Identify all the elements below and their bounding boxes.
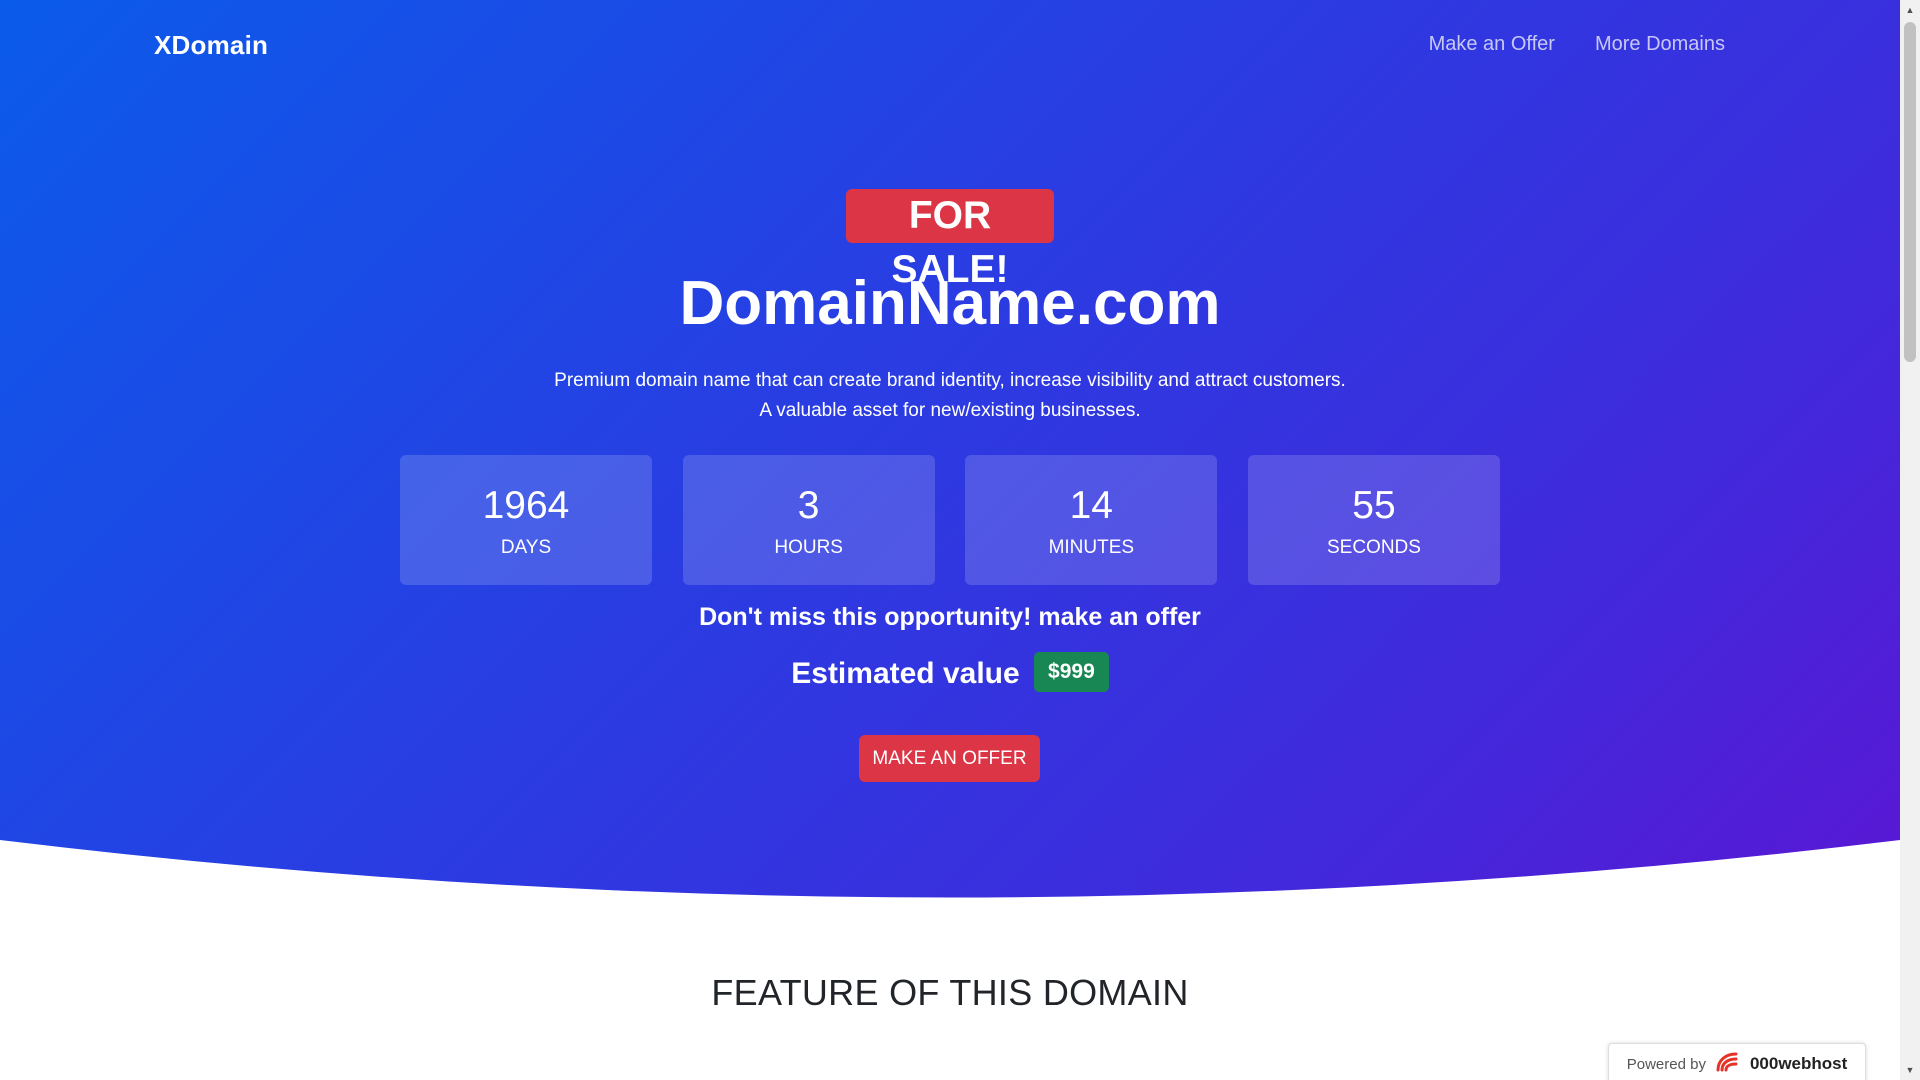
- nav-link-more-domains[interactable]: More Domains: [1595, 33, 1725, 56]
- price-badge: $999: [1034, 652, 1109, 692]
- countdown-hours-value: 3: [797, 484, 820, 527]
- powered-by-label: Powered by: [1626, 1055, 1706, 1073]
- countdown-hours: 3 HOURS: [682, 455, 935, 585]
- countdown-minutes: 14 MINUTES: [965, 455, 1218, 585]
- scroll-up-arrow-icon[interactable]: ▲: [1900, 2, 1920, 18]
- countdown: 1964 DAYS 3 HOURS 14 MINUTES 55 SECONDS: [400, 455, 1500, 585]
- navbar: XDomain Make an Offer More Domains: [0, 0, 1900, 92]
- brand-logo[interactable]: XDomain: [154, 30, 268, 61]
- nav-link-make-offer[interactable]: Make an Offer: [1429, 33, 1555, 56]
- estimated-value: Estimated value $999: [0, 652, 1900, 695]
- features-heading: FEATURE OF THIS DOMAIN: [711, 972, 1189, 1013]
- make-offer-button[interactable]: MAKE AN OFFER: [859, 735, 1040, 782]
- tagline-line-1: Premium domain name that can create bran…: [554, 370, 1346, 391]
- countdown-days-value: 1964: [482, 484, 570, 527]
- countdown-seconds-label: SECONDS: [1326, 537, 1421, 558]
- countdown-minutes-value: 14: [1069, 484, 1113, 527]
- powered-by-brand: 000webhost: [1749, 1054, 1848, 1073]
- countdown-days-label: DAYS: [500, 537, 552, 558]
- tagline-line-2: A valuable asset for new/existing busine…: [759, 400, 1141, 421]
- scroll-thumb[interactable]: [1904, 22, 1916, 362]
- countdown-hours-label: HOURS: [774, 537, 843, 558]
- countdown-days: 1964 DAYS: [400, 455, 652, 585]
- scroll-down-arrow-icon[interactable]: ▼: [1900, 1062, 1920, 1078]
- for-sale-badge: FOR SALE!: [846, 189, 1054, 291]
- countdown-seconds: 55 SECONDS: [1247, 455, 1500, 585]
- countdown-seconds-value: 55: [1352, 484, 1396, 527]
- opportunity-text: Don't miss this opportunity! make an off…: [699, 603, 1201, 631]
- estimated-value-label: Estimated value: [791, 656, 1020, 690]
- nav-links: Make an Offer More Domains: [1429, 33, 1725, 56]
- domain-title: DomainName.com: [679, 269, 1221, 338]
- webhost-swirl-icon: [1714, 1050, 1742, 1079]
- hero-curve: [0, 840, 1900, 920]
- tagline: Premium domain name that can create bran…: [0, 366, 1900, 426]
- powered-by-widget[interactable]: Powered by 000webhost: [1608, 1043, 1866, 1080]
- page: XDomain Make an Offer More Domains FOR S…: [0, 0, 1900, 1080]
- countdown-minutes-label: MINUTES: [1048, 537, 1135, 558]
- scrollbar[interactable]: ▲ ▼: [1900, 0, 1920, 1080]
